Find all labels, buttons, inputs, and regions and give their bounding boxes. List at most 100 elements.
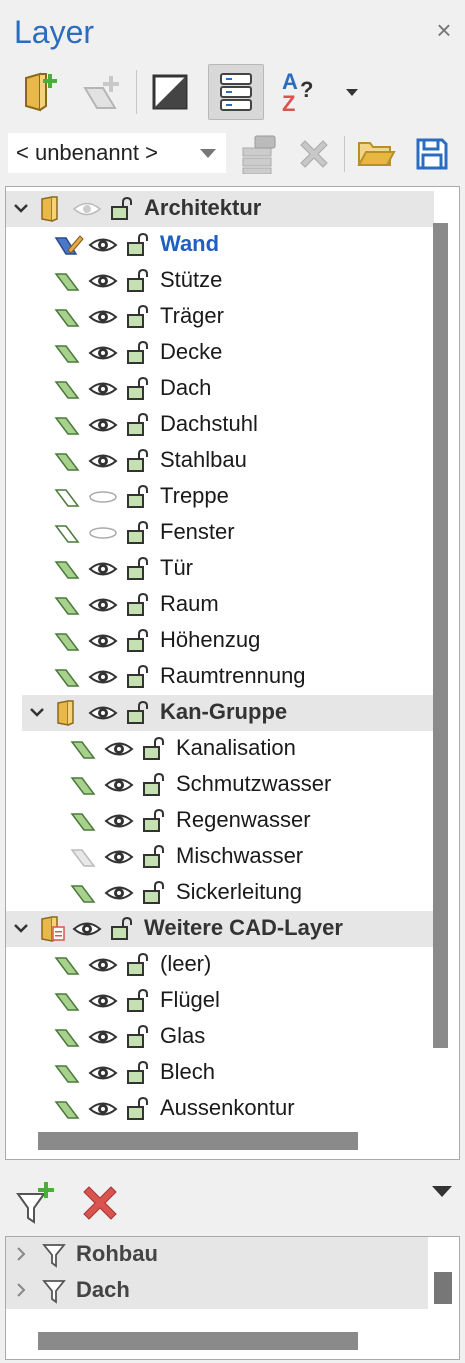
unlocked-icon[interactable]	[126, 1060, 152, 1090]
layer-row-blech[interactable]: Blech	[6, 1055, 434, 1091]
visibility-eye-icon[interactable]	[88, 990, 118, 1017]
filter-add-button[interactable]	[14, 1180, 60, 1226]
visibility-eye-icon[interactable]	[88, 450, 118, 477]
unlocked-icon[interactable]	[126, 376, 152, 406]
chevron-right-icon[interactable]	[12, 1245, 30, 1263]
unlocked-icon[interactable]	[126, 484, 152, 514]
layer-color-icon[interactable]	[54, 594, 84, 621]
visibility-eye-icon[interactable]	[88, 306, 118, 333]
layer-row-t-r[interactable]: Tür	[6, 551, 434, 587]
layer-row-stahlbau[interactable]: Stahlbau	[6, 443, 434, 479]
unlocked-icon[interactable]	[126, 412, 152, 442]
sort-button[interactable]: A Z ?	[276, 64, 316, 120]
unlocked-icon[interactable]	[126, 952, 152, 982]
unlocked-icon[interactable]	[126, 340, 152, 370]
filter-item-dach[interactable]: Dach	[6, 1273, 428, 1309]
layer-row-kanalisation[interactable]: Kanalisation	[6, 731, 434, 767]
layer-color-icon[interactable]	[54, 306, 84, 333]
layer-color-icon[interactable]	[54, 450, 84, 477]
visibility-eye-icon[interactable]	[88, 1026, 118, 1053]
visibility-eye-icon[interactable]	[104, 846, 134, 873]
layer-color-icon[interactable]	[54, 378, 84, 405]
layer-color-icon[interactable]	[70, 738, 100, 765]
visibility-eye-icon[interactable]	[104, 774, 134, 801]
unlocked-icon[interactable]	[126, 232, 152, 262]
close-button[interactable]: ×	[430, 16, 458, 44]
layer-color-icon[interactable]	[54, 630, 84, 657]
layer-row-decke[interactable]: Decke	[6, 335, 434, 371]
visibility-eye-icon[interactable]	[72, 198, 102, 225]
layer-tree[interactable]: Architektur Wand Stütze Träger Decke Dach Dach…	[5, 186, 460, 1160]
layer-color-icon[interactable]	[54, 234, 84, 261]
unlocked-icon[interactable]	[142, 880, 168, 910]
visibility-eye-icon[interactable]	[72, 918, 102, 945]
layer-row-fenster[interactable]: Fenster	[6, 515, 434, 551]
layer-row-fl-gel[interactable]: Flügel	[6, 983, 434, 1019]
visibility-eye-icon[interactable]	[104, 882, 134, 909]
unlocked-icon[interactable]	[142, 736, 168, 766]
layer-row-tr-ger[interactable]: Träger	[6, 299, 434, 335]
unlocked-icon[interactable]	[126, 1096, 152, 1126]
filter-item-rohbau[interactable]: Rohbau	[6, 1237, 428, 1273]
layer-set-select[interactable]: < unbenannt >	[8, 133, 226, 173]
layer-color-icon[interactable]	[70, 846, 100, 873]
layer-row-raumtrennung[interactable]: Raumtrennung	[6, 659, 434, 695]
visibility-eye-icon[interactable]	[104, 810, 134, 837]
layer-color-icon[interactable]	[54, 666, 84, 693]
layer-row-treppe[interactable]: Treppe	[6, 479, 434, 515]
layer-color-icon[interactable]	[54, 954, 84, 981]
unlocked-icon[interactable]	[126, 664, 152, 694]
layer-row-mischwasser[interactable]: Mischwasser	[6, 839, 434, 875]
layer-set-save-button[interactable]	[410, 132, 454, 176]
unlocked-icon[interactable]	[126, 556, 152, 586]
unlocked-icon[interactable]	[126, 520, 152, 550]
visibility-eye-icon[interactable]	[88, 270, 118, 297]
layer-row-raum[interactable]: Raum	[6, 587, 434, 623]
filter-menu-arrow[interactable]	[432, 1186, 452, 1197]
visibility-eye-icon[interactable]	[88, 558, 118, 585]
layer-row-sickerleitung[interactable]: Sickerleitung	[6, 875, 434, 911]
layer-color-icon[interactable]	[54, 342, 84, 369]
layer-color-icon[interactable]	[54, 486, 84, 513]
tree-vertical-scrollbar[interactable]	[433, 223, 448, 1048]
chevron-down-icon[interactable]	[12, 919, 30, 937]
chevron-down-icon[interactable]	[28, 703, 46, 721]
unlocked-icon[interactable]	[110, 196, 136, 226]
layer-color-icon[interactable]	[54, 1026, 84, 1053]
visibility-eye-icon[interactable]	[104, 738, 134, 765]
visibility-eye-icon[interactable]	[88, 342, 118, 369]
visibility-eye-icon[interactable]	[88, 702, 118, 729]
layer-color-icon[interactable]	[54, 414, 84, 441]
unlocked-icon[interactable]	[142, 808, 168, 838]
visibility-hidden-icon[interactable]	[88, 522, 118, 549]
filter-horizontal-scrollbar[interactable]	[38, 1332, 358, 1350]
layer-color-button[interactable]	[142, 64, 198, 120]
layer-row-st-tze[interactable]: Stütze	[6, 263, 434, 299]
layer-color-icon[interactable]	[54, 558, 84, 585]
layer-row-glas[interactable]: Glas	[6, 1019, 434, 1055]
layer-color-icon[interactable]	[70, 774, 100, 801]
layer-color-icon[interactable]	[54, 1062, 84, 1089]
filter-vertical-scrollbar[interactable]	[434, 1272, 452, 1304]
new-layer-button[interactable]	[74, 64, 130, 120]
layer-set-delete-button[interactable]	[292, 132, 336, 176]
layer-set-database-button[interactable]	[236, 132, 280, 176]
unlocked-icon[interactable]	[110, 916, 136, 946]
layer-group-weitere-cad-layer[interactable]: Weitere CAD-Layer	[6, 911, 434, 947]
layer-color-icon[interactable]	[54, 522, 84, 549]
layer-row-wand[interactable]: Wand	[6, 227, 434, 263]
visibility-eye-icon[interactable]	[88, 414, 118, 441]
layer-row-regenwasser[interactable]: Regenwasser	[6, 803, 434, 839]
tree-horizontal-scrollbar[interactable]	[38, 1132, 358, 1150]
layer-row-dach[interactable]: Dach	[6, 371, 434, 407]
layer-row-schmutzwasser[interactable]: Schmutzwasser	[6, 767, 434, 803]
layer-color-icon[interactable]	[54, 1098, 84, 1125]
chevron-down-icon[interactable]	[12, 199, 30, 217]
layer-row-leer[interactable]: (leer)	[6, 947, 434, 983]
visibility-eye-icon[interactable]	[88, 1098, 118, 1125]
unlocked-icon[interactable]	[126, 592, 152, 622]
visibility-eye-icon[interactable]	[88, 378, 118, 405]
unlocked-icon[interactable]	[142, 772, 168, 802]
layer-color-icon[interactable]	[70, 810, 100, 837]
layer-row-aussenkontur[interactable]: Aussenkontur	[6, 1091, 434, 1127]
